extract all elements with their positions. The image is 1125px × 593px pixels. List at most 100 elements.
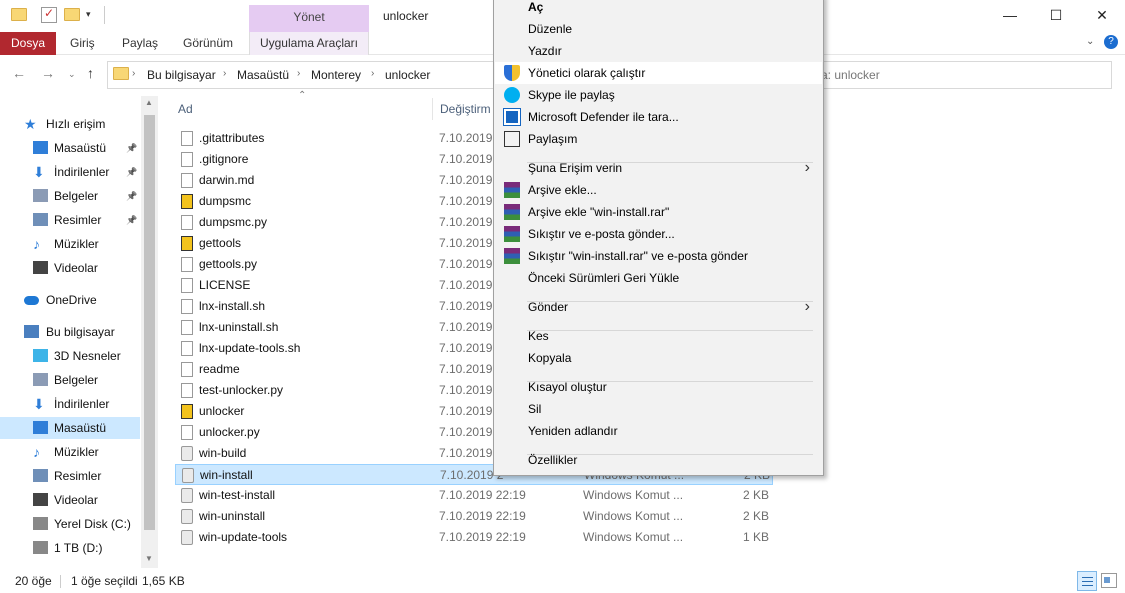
nav-item[interactable]: ⬇ İndirilenler 📌: [0, 161, 140, 183]
scroll-down-icon[interactable]: ▼: [145, 554, 153, 563]
maximize-button[interactable]: ☐: [1033, 0, 1079, 32]
nav-item[interactable]: ⬇ İndirilenler: [0, 393, 140, 415]
menu-item[interactable]: Kes: [495, 325, 822, 347]
scroll-up-icon[interactable]: ▲: [145, 98, 153, 107]
nav-item-label: Masaüstü: [54, 141, 107, 155]
nav-item-label: Videolar: [54, 261, 98, 275]
nav-item[interactable]: Masaüstü 📌: [0, 137, 140, 159]
nav-item[interactable]: Resimler: [0, 465, 140, 487]
help-icon[interactable]: ?: [1104, 35, 1118, 49]
file-name: gettools.py: [199, 257, 258, 271]
nav-item[interactable]: Yerel Disk (C:): [0, 513, 140, 535]
breadcrumb-separator-icon[interactable]: ›: [132, 68, 135, 79]
breadcrumb-this-pc[interactable]: Bu bilgisayar: [147, 68, 216, 82]
nav-item[interactable]: 1 TB (D:): [0, 537, 140, 559]
menu-item[interactable]: Aç: [495, 0, 822, 18]
music-icon: ♪: [33, 236, 40, 252]
file-row[interactable]: win-update-tools 7.10.2019 22:19 Windows K…: [175, 527, 773, 548]
file-date: 7.10.2019 22:19: [439, 488, 526, 502]
menu-item-label: Özellikler: [528, 453, 578, 467]
nav-item-label: Müzikler: [54, 445, 99, 459]
recent-locations-icon[interactable]: ⌄: [68, 69, 76, 80]
menu-item[interactable]: Skype ile paylaş: [495, 84, 822, 106]
menu-item[interactable]: Düzenle: [495, 18, 822, 40]
menu-item[interactable]: Yönetici olarak çalıştır: [495, 62, 822, 84]
file-size: 2 KB: [742, 509, 769, 523]
menu-item[interactable]: Önceki Sürümleri Geri Yükle: [495, 267, 822, 289]
nav-item[interactable]: Videolar: [0, 489, 140, 511]
sort-ascending-icon: ⌃: [298, 90, 307, 101]
tab-view[interactable]: Görünüm: [183, 32, 233, 55]
breadcrumb-unlocker[interactable]: unlocker: [385, 68, 430, 82]
nav-item[interactable]: Belgeler: [0, 369, 140, 391]
nav-item[interactable]: Belgeler 📌: [0, 185, 140, 207]
nav-item[interactable]: Masaüstü: [0, 417, 140, 439]
menu-item[interactable]: Arşive ekle "win-install.rar": [495, 201, 822, 223]
new-folder-icon[interactable]: [64, 8, 80, 21]
breadcrumb-separator-icon[interactable]: ›: [371, 68, 374, 79]
large-icons-view-icon[interactable]: [1101, 573, 1117, 588]
menu-item-label: Skype ile paylaş: [528, 88, 615, 102]
file-row[interactable]: win-test-install 7.10.2019 22:19 Windows K…: [175, 485, 773, 506]
breadcrumb-desktop[interactable]: Masaüstü: [237, 68, 289, 82]
menu-item-label: Kopyala: [528, 351, 572, 365]
breadcrumb-separator-icon[interactable]: ›: [297, 68, 300, 79]
menu-item[interactable]: Yeniden adlandır: [495, 420, 822, 442]
menu-item[interactable]: Kopyala: [495, 347, 822, 369]
tab-application-tools[interactable]: Uygulama Araçları: [249, 32, 369, 55]
nav-item[interactable]: 3D Nesneler: [0, 345, 140, 367]
nav-item[interactable]: ♪ Müzikler: [0, 233, 140, 255]
menu-item[interactable]: Sil: [495, 398, 822, 420]
nav-item[interactable]: Bu bilgisayar: [0, 321, 140, 343]
nav-scrollbar-thumb[interactable]: [144, 115, 155, 530]
menu-item[interactable]: Yazdır: [495, 40, 822, 62]
forward-arrow-icon[interactable]: →: [41, 65, 55, 81]
search-input[interactable]: a: unlocker: [821, 61, 1112, 89]
manage-context-tab[interactable]: Yönet: [249, 5, 369, 32]
menu-item[interactable]: Gönder ›: [495, 296, 822, 318]
nav-item[interactable]: Videolar: [0, 257, 140, 279]
up-arrow-icon[interactable]: ↑: [87, 65, 94, 81]
nav-item[interactable]: ♪ Müzikler: [0, 441, 140, 463]
expand-ribbon-icon[interactable]: ⌄: [1086, 36, 1094, 47]
column-divider[interactable]: [432, 98, 433, 120]
menu-item[interactable]: Sıkıştır "win-install.rar" ve e-posta gö…: [495, 245, 822, 267]
quick-access-dropdown-icon[interactable]: ▾: [86, 9, 91, 20]
menu-item-label: Aç: [528, 0, 544, 14]
menu-item[interactable]: Microsoft Defender ile tara...: [495, 106, 822, 128]
file-row[interactable]: win-uninstall 7.10.2019 22:19 Windows Komu…: [175, 506, 773, 527]
menu-item[interactable]: Sıkıştır ve e-posta gönder...: [495, 223, 822, 245]
tab-file[interactable]: Dosya: [0, 32, 56, 55]
folder-icon: [113, 67, 129, 80]
breadcrumb-separator-icon[interactable]: ›: [223, 68, 226, 79]
selection-size: 1,65 KB: [142, 574, 185, 588]
batch-icon: [182, 468, 194, 483]
menu-item[interactable]: Özellikler: [495, 449, 822, 471]
computer-icon: [24, 325, 39, 338]
menu-item[interactable]: Paylaşım: [495, 128, 822, 150]
pin-icon: 📌: [126, 143, 138, 153]
nav-item[interactable]: OneDrive: [0, 289, 140, 311]
pictures-icon: [33, 213, 48, 226]
winrar-icon: [504, 182, 520, 198]
tab-home[interactable]: Giriş: [70, 32, 95, 55]
nav-item-label: 3D Nesneler: [54, 349, 121, 363]
breadcrumb-monterey[interactable]: Monterey: [311, 68, 361, 82]
minimize-button[interactable]: —: [987, 0, 1033, 32]
nav-item[interactable]: Resimler 📌: [0, 209, 140, 231]
menu-item[interactable]: Kısayol oluştur: [495, 376, 822, 398]
file-name: lnx-update-tools.sh: [199, 341, 301, 355]
properties-icon[interactable]: ✓: [41, 6, 57, 23]
tab-share[interactable]: Paylaş: [122, 32, 158, 55]
file-icon: [181, 341, 193, 356]
column-header-date[interactable]: Değiştirm: [440, 102, 491, 116]
file-name: lnx-install.sh: [199, 299, 266, 313]
nav-item[interactable]: ★ Hızlı erişim: [0, 113, 140, 135]
back-arrow-icon[interactable]: ←: [12, 65, 26, 81]
menu-item[interactable]: Şuna Erişim verin ›: [495, 157, 822, 179]
close-button[interactable]: ✕: [1079, 0, 1125, 32]
menu-item-label: Gönder: [528, 300, 569, 314]
menu-item[interactable]: Arşive ekle...: [495, 179, 822, 201]
column-header-name[interactable]: Ad: [178, 102, 193, 116]
details-view-icon[interactable]: [1077, 571, 1097, 591]
